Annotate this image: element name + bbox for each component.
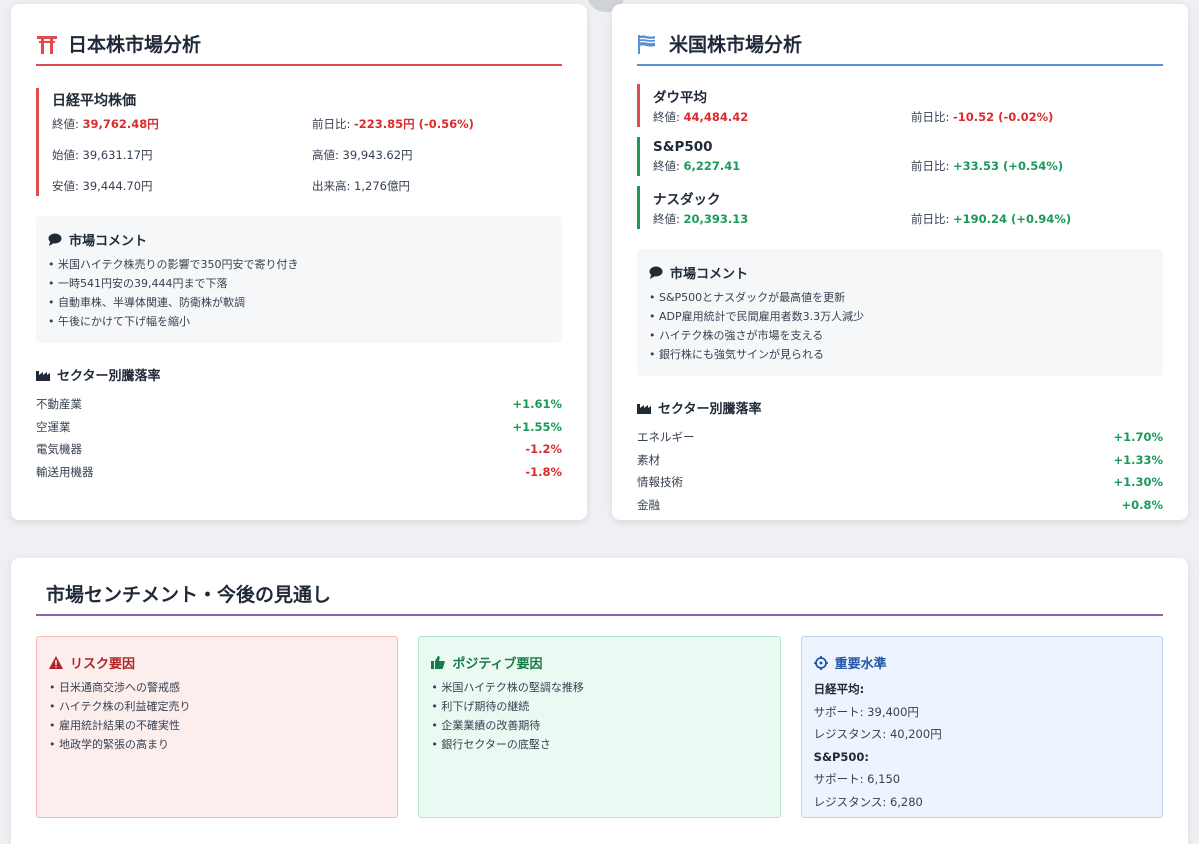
sp500-close: 終値: 6,227.41 bbox=[653, 159, 741, 173]
nikkei-support: サポート: 39,400円 bbox=[813, 704, 919, 719]
list-item: • 雇用統計結果の不確実性 bbox=[49, 719, 180, 732]
list-item: • 自動車株、半導体関連、防衛株が軟調 bbox=[48, 296, 245, 309]
list-item: • 午後にかけて下げ幅を縮小 bbox=[48, 315, 190, 328]
sector-row: 空運業 +1.55% bbox=[36, 419, 562, 434]
nikkei-block: 日経平均株価 終値: 39,762.48円 前日比: -223.85円 (-0.… bbox=[36, 88, 562, 196]
factory-icon bbox=[36, 370, 50, 381]
us-title-text: 米国株市場分析 bbox=[669, 34, 803, 56]
list-item: • ADP雇用統計で民間雇用者数3.3万人減少 bbox=[649, 310, 865, 323]
torii-icon bbox=[37, 35, 57, 54]
dow-block: ダウ平均 終値: 44,484.42 前日比: -10.52 (-0.02%) bbox=[637, 84, 1163, 127]
sector-row: 情報技術 +1.30% bbox=[637, 475, 1163, 489]
flag-icon bbox=[638, 34, 656, 54]
nasdaq-block: ナスダック 終値: 20,393.13 前日比: +190.24 (+0.94%… bbox=[637, 186, 1163, 229]
outlook-title-text: 市場センチメント・今後の見通し bbox=[46, 584, 332, 606]
positive-factors-box: ポジティブ要因 • 米国ハイテク株の堅調な推移 • 利下げ期待の継続 • 企業業… bbox=[418, 636, 781, 818]
list-item: • 銀行株にも強気サインが見られる bbox=[649, 348, 824, 361]
list-item: • 日米通商交渉への警戒感 bbox=[49, 681, 180, 694]
thumbs-up-icon bbox=[431, 656, 446, 669]
list-item: • 企業業績の改善期待 bbox=[431, 719, 541, 732]
sp500-block: S&P500 終値: 6,227.41 前日比: +33.53 (+0.54%) bbox=[637, 137, 1163, 176]
us-comment-box: 市場コメント • S&P500とナスダックが最高値を更新 • ADP雇用統計で民… bbox=[637, 249, 1163, 376]
warning-icon bbox=[49, 656, 63, 669]
outlook-card: 市場センチメント・今後の見通し リスク要因 • 日米通商交渉への警戒感 • ハイ… bbox=[11, 558, 1188, 844]
japan-comment-box: 市場コメント • 米国ハイテク株売りの影響で350円安で寄り付き • 一時541… bbox=[36, 216, 562, 343]
key-levels-box: 重要水準 日経平均: サポート: 39,400円 レジスタンス: 40,200円… bbox=[800, 636, 1163, 818]
list-item: • 地政学的緊張の高まり bbox=[49, 738, 169, 751]
speech-bubble-icon bbox=[649, 266, 663, 279]
nikkei-name: 日経平均株価 bbox=[52, 93, 136, 109]
nikkei-levels-label: 日経平均: bbox=[813, 682, 865, 696]
sector-row: エネルギー +1.70% bbox=[637, 430, 1163, 444]
list-item: • 一時541円安の39,444円まで下落 bbox=[48, 277, 228, 290]
nikkei-close: 終値: 39,762.48円 bbox=[52, 117, 159, 131]
dow-name: ダウ平均 bbox=[653, 90, 707, 106]
risk-title: リスク要因 bbox=[49, 653, 385, 672]
list-item: • ハイテク株の利益確定売り bbox=[49, 700, 191, 713]
dow-change: 前日比: -10.52 (-0.02%) bbox=[911, 110, 1054, 124]
us-section-title: 米国株市場分析 bbox=[637, 30, 1163, 66]
list-item: • 銀行セクターの底堅さ bbox=[431, 738, 551, 751]
risk-factors-box: リスク要因 • 日米通商交渉への警戒感 • ハイテク株の利益確定売り • 雇用統… bbox=[36, 636, 399, 818]
sp500-change: 前日比: +33.53 (+0.54%) bbox=[911, 159, 1064, 173]
crosshair-icon bbox=[813, 655, 828, 670]
list-item: • S&P500とナスダックが最高値を更新 bbox=[649, 291, 846, 304]
list-item: • 米国ハイテク株の堅調な推移 bbox=[431, 681, 584, 694]
nikkei-high: 高値: 39,943.62円 bbox=[312, 148, 413, 162]
sp500-resistance: レジスタンス: 6,280 bbox=[813, 794, 923, 809]
positive-title: ポジティブ要因 bbox=[431, 653, 767, 672]
outlook-section-title: 市場センチメント・今後の見通し bbox=[36, 580, 1163, 616]
sp500-support: サポート: 6,150 bbox=[813, 772, 901, 786]
us-comment-title: 市場コメント bbox=[649, 263, 1151, 282]
sector-row: 電気機器 -1.2% bbox=[36, 442, 562, 456]
japan-section-title: 日本株市場分析 bbox=[36, 30, 562, 66]
nikkei-low: 安値: 39,444.70円 bbox=[52, 179, 153, 193]
sector-row: 輸送用機器 -1.8% bbox=[36, 464, 562, 479]
nasdaq-close: 終値: 20,393.13 bbox=[653, 212, 749, 226]
nikkei-open: 始値: 39,631.17円 bbox=[52, 148, 153, 162]
nasdaq-name: ナスダック bbox=[653, 192, 721, 208]
nikkei-resistance: レジスタンス: 40,200円 bbox=[813, 727, 942, 741]
list-item: • 米国ハイテク株売りの影響で350円安で寄り付き bbox=[48, 258, 299, 271]
sector-row: 金融 +0.8% bbox=[637, 497, 1163, 512]
dow-close: 終値: 44,484.42 bbox=[653, 110, 749, 124]
japan-market-card: 日本株市場分析 日経平均株価 終値: 39,762.48円 前日比: -223.… bbox=[11, 4, 587, 520]
nasdaq-change: 前日比: +190.24 (+0.94%) bbox=[911, 212, 1072, 226]
sp500-name: S&P500 bbox=[653, 139, 713, 155]
key-levels-title: 重要水準 bbox=[813, 653, 1150, 672]
speech-bubble-icon bbox=[48, 233, 62, 246]
nikkei-volume: 出来高: 1,276億円 bbox=[312, 179, 410, 193]
japan-sector-title: セクター別騰落率 bbox=[36, 365, 562, 384]
list-item: • 利下げ期待の継続 bbox=[431, 700, 530, 713]
list-item: • ハイテク株の強さが市場を支える bbox=[649, 329, 824, 342]
nikkei-change: 前日比: -223.85円 (-0.56%) bbox=[312, 117, 474, 131]
japan-comment-title: 市場コメント bbox=[48, 230, 550, 249]
japan-title-text: 日本株市場分析 bbox=[68, 34, 202, 56]
sp500-levels-label: S&P500: bbox=[813, 749, 869, 764]
factory-icon bbox=[637, 403, 651, 414]
us-sector-title: セクター別騰落率 bbox=[637, 398, 1163, 417]
us-market-card: 米国株市場分析 ダウ平均 終値: 44,484.42 前日比: -10.52 (… bbox=[612, 4, 1188, 520]
sector-row: 素材 +1.33% bbox=[637, 452, 1163, 467]
sector-row: 不動産業 +1.61% bbox=[36, 397, 562, 411]
